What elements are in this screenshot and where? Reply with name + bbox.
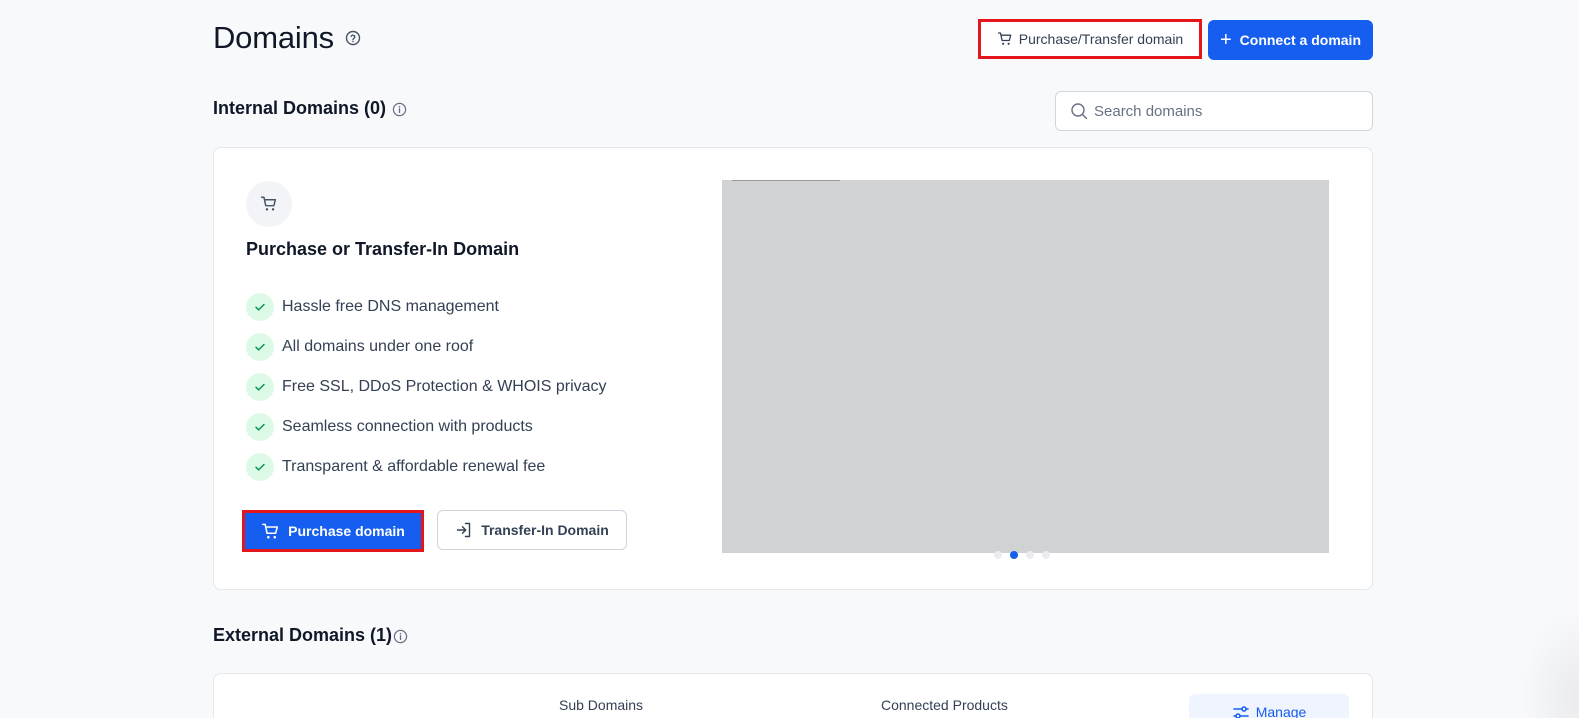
carousel-dot-1[interactable] xyxy=(994,551,1002,559)
domains-page: Domains Purchase/Transfer domain + Conne… xyxy=(213,0,1373,718)
search-input[interactable] xyxy=(1094,102,1354,120)
feature-text: Transparent & affordable renewal fee xyxy=(282,458,546,475)
info-icon[interactable] xyxy=(392,102,407,117)
external-domains-title: External Domains (1) xyxy=(213,625,393,645)
check-icon xyxy=(246,333,274,361)
internal-domains-title: Internal Domains (0) xyxy=(213,98,387,118)
list-item: Free SSL, DDoS Protection & WHOIS privac… xyxy=(246,373,607,401)
page-title: Domains xyxy=(213,20,334,55)
purchase-transfer-domain-button[interactable]: Purchase/Transfer domain xyxy=(978,19,1202,59)
manage-button[interactable]: Manage xyxy=(1189,694,1349,718)
manage-label: Manage xyxy=(1255,704,1307,718)
sign-in-icon xyxy=(457,522,471,538)
list-item: Hassle free DNS management xyxy=(246,293,607,321)
sliders-icon xyxy=(1232,706,1249,718)
transfer-in-domain-label: Transfer-In Domain xyxy=(481,522,609,538)
check-icon xyxy=(246,373,274,401)
carousel-image xyxy=(722,180,1329,553)
list-item: All domains under one roof xyxy=(246,333,607,361)
feature-list: Hassle free DNS management All domains u… xyxy=(246,293,607,493)
cart-badge xyxy=(246,181,292,227)
column-header-connected-products: Connected Products xyxy=(881,697,1008,713)
search-box[interactable] xyxy=(1055,91,1373,131)
purchase-domain-button[interactable]: Purchase domain xyxy=(242,510,424,552)
connect-domain-button[interactable]: + Connect a domain xyxy=(1208,20,1373,60)
purchase-transfer-card: Purchase or Transfer-In Domain Hassle fr… xyxy=(213,147,1373,590)
connect-domain-label: Connect a domain xyxy=(1239,32,1362,48)
purchase-domain-label: Purchase domain xyxy=(288,523,405,539)
carousel-dots xyxy=(994,551,1050,559)
info-icon[interactable] xyxy=(393,629,408,644)
check-icon xyxy=(246,413,274,441)
carousel-dot-2[interactable] xyxy=(1010,551,1018,559)
help-icon[interactable] xyxy=(345,30,361,46)
list-item: Transparent & affordable renewal fee xyxy=(246,453,607,481)
check-icon xyxy=(246,453,274,481)
search-icon xyxy=(1071,103,1088,120)
card-heading: Purchase or Transfer-In Domain xyxy=(246,239,520,259)
cart-icon xyxy=(262,523,279,539)
feature-text: All domains under one roof xyxy=(282,338,474,355)
cart-icon xyxy=(260,196,277,211)
purchase-transfer-domain-label: Purchase/Transfer domain xyxy=(1018,31,1184,47)
carousel-dot-3[interactable] xyxy=(1026,551,1034,559)
check-icon xyxy=(246,293,274,321)
external-domains-card: Sub Domains Connected Products Manage xyxy=(213,673,1373,718)
corner-shadow xyxy=(1519,608,1579,718)
list-item: Seamless connection with products xyxy=(246,413,607,441)
carousel-dot-4[interactable] xyxy=(1042,551,1050,559)
carousel-progress xyxy=(732,180,840,181)
feature-text: Free SSL, DDoS Protection & WHOIS privac… xyxy=(282,378,607,395)
plus-icon: + xyxy=(1219,29,1232,51)
feature-text: Hassle free DNS management xyxy=(282,298,499,315)
feature-text: Seamless connection with products xyxy=(282,418,533,435)
cart-icon xyxy=(997,32,1012,45)
transfer-in-domain-button[interactable]: Transfer-In Domain xyxy=(437,510,627,550)
column-header-sub-domains: Sub Domains xyxy=(559,697,644,713)
